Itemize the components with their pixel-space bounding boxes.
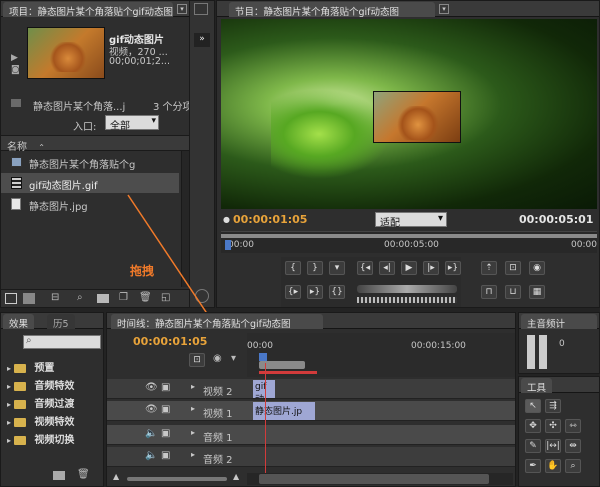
effect-category[interactable]: ▸ 音频特效 xyxy=(7,377,103,393)
timeline-scrollbar[interactable] xyxy=(247,473,513,485)
folder-icon xyxy=(14,381,27,391)
effect-category[interactable]: ▸ 预置 xyxy=(7,359,103,375)
search-icon: ⌕ xyxy=(26,335,32,346)
tab-master-audio[interactable]: 主音频计 xyxy=(521,314,597,329)
ruler-label-mid: 00:00:15:00 xyxy=(411,341,466,351)
effect-category-label: 音频特效 xyxy=(34,381,75,392)
slide-tool-icon[interactable]: ⇹ xyxy=(565,439,581,453)
track-select-tool-icon[interactable]: ⇶ xyxy=(545,399,561,413)
expand-track-icon[interactable]: ▸ xyxy=(191,404,195,413)
hand-tool-icon[interactable]: ✋ xyxy=(545,459,561,473)
expand-arrow-icon: ▸ xyxy=(7,436,12,445)
scroll-thumb[interactable] xyxy=(259,474,489,484)
timeline-playhead-line xyxy=(265,363,266,473)
render-bar xyxy=(259,371,317,374)
tools-panel: 工具 ↖ ⇶ ✥ ✣ ⇿ ✎ |↔| ⇹ ✒ ✋ ⌕ xyxy=(518,376,600,487)
selection-tool-icon[interactable]: ↖ xyxy=(525,399,541,413)
expand-arrow-icon: ▸ xyxy=(7,418,12,427)
folder-icon xyxy=(14,417,27,427)
lock-icon[interactable]: ▣ xyxy=(161,382,170,393)
snap-icon[interactable]: ⊡ xyxy=(189,353,205,367)
zoom-tool-icon[interactable]: ⌕ xyxy=(565,459,581,473)
track-audio-1: 🔈 ▣ ▸ 音频 1 xyxy=(107,425,515,445)
image-clip[interactable]: 静态图片.jp xyxy=(253,402,315,420)
timeline-panel: 时间线：静态图片某个角落贴个gif动态图 00:00:01:05 ⊡ ◉ ▾ 0… xyxy=(106,312,516,487)
effect-category[interactable]: ▸ 音频过渡 xyxy=(7,395,103,411)
zoom-in-icon[interactable]: ▲ xyxy=(233,472,239,481)
folder-icon xyxy=(14,435,27,445)
track-label: 音频 1 xyxy=(203,433,233,444)
effect-category-label: 预置 xyxy=(34,363,55,374)
expand-arrow-icon: ▸ xyxy=(7,382,12,391)
add-marker-icon[interactable]: ▾ xyxy=(231,353,236,364)
speaker-icon[interactable]: 🔈 xyxy=(145,450,157,461)
lock-icon[interactable]: ▣ xyxy=(161,450,170,461)
track-audio-2: 🔈 ▣ ▸ 音频 2 xyxy=(107,447,515,467)
effects-tabbar: 效果 历5 xyxy=(1,313,103,330)
audio-meter-right xyxy=(539,335,547,369)
effect-category[interactable]: ▸ 视频特效 xyxy=(7,413,103,429)
tab-history[interactable]: 历5 xyxy=(47,314,75,330)
track-label: 视频 1 xyxy=(203,409,233,420)
audio-meter-tabbar: 主音频计 xyxy=(519,313,599,329)
audio-meter-left xyxy=(527,335,535,369)
speaker-icon[interactable]: 🔈 xyxy=(145,428,157,439)
new-bin-icon[interactable] xyxy=(53,471,65,480)
rate-stretch-tool-icon[interactable]: ⇿ xyxy=(565,419,581,433)
timeline-playhead-handle[interactable] xyxy=(259,353,267,361)
ruler-label-start: 00:00 xyxy=(247,341,273,351)
rolling-edit-tool-icon[interactable]: ✣ xyxy=(545,419,561,433)
gif-clip[interactable]: gif动 xyxy=(253,380,275,398)
audio-meter-panel: 主音频计 0 xyxy=(518,312,600,374)
expand-track-icon[interactable]: ▸ xyxy=(191,450,195,459)
track-video-2: 👁 ▣ ▸ 视频 2 gif动 xyxy=(107,379,515,399)
razor-tool-icon[interactable]: ✎ xyxy=(525,439,541,453)
timeline-title: 时间线：静态图片某个角落贴个gif动态图 xyxy=(117,319,291,329)
timeline-ruler[interactable]: 00:00 00:00:15:00 xyxy=(247,333,515,377)
slip-tool-icon[interactable]: |↔| xyxy=(545,439,561,453)
eye-icon[interactable]: 👁 xyxy=(145,382,158,393)
expand-arrow-icon: ▸ xyxy=(7,400,12,409)
folder-icon xyxy=(14,399,27,409)
tab-timeline[interactable]: 时间线：静态图片某个角落贴个gif动态图 xyxy=(111,314,323,329)
ripple-edit-tool-icon[interactable]: ✥ xyxy=(525,419,541,433)
delete-icon[interactable]: 🗑 xyxy=(77,469,90,480)
effects-search-input[interactable]: ⌕ xyxy=(23,335,101,349)
expand-arrow-icon: ▸ xyxy=(7,364,12,373)
eye-icon[interactable]: 👁 xyxy=(145,404,158,415)
tab-tools[interactable]: 工具 xyxy=(521,378,553,394)
track-label: 音频 2 xyxy=(203,455,233,466)
pen-tool-icon[interactable]: ✒ xyxy=(525,459,541,473)
effect-category-label: 视频特效 xyxy=(34,417,75,428)
tools-tabbar: 工具 xyxy=(519,377,599,394)
zoom-out-icon[interactable]: ▲ xyxy=(113,472,119,481)
tab-effects[interactable]: 效果 xyxy=(3,314,35,330)
effect-category-label: 视频切换 xyxy=(34,435,75,446)
effects-panel: 效果 历5 ⌕ ▸ 预置 ▸ 音频特效 ▸ 音频过渡 ▸ 视频特效 ▸ 视频切换… xyxy=(0,312,104,487)
effect-category[interactable]: ▸ 视频切换 xyxy=(7,431,103,447)
track-label: 视频 2 xyxy=(203,387,233,398)
audio-meter-level: 0 xyxy=(559,339,565,349)
track-video-1: 👁 ▣ ▸ 视频 1 静态图片.jp xyxy=(107,401,515,421)
clip-label: 静态图片.jp xyxy=(255,407,303,417)
timeline-tabbar: 时间线：静态图片某个角落贴个gif动态图 xyxy=(107,313,515,329)
timeline-zoom-bar[interactable]: ▲ ▲ xyxy=(113,472,243,485)
lock-icon[interactable]: ▣ xyxy=(161,428,170,439)
expand-track-icon[interactable]: ▸ xyxy=(191,382,195,391)
expand-track-icon[interactable]: ▸ xyxy=(191,428,195,437)
timeline-timecode[interactable]: 00:00:01:05 xyxy=(133,335,207,348)
effect-category-label: 音频过渡 xyxy=(34,399,75,410)
folder-icon xyxy=(14,363,27,373)
marker-icon[interactable]: ◉ xyxy=(213,353,222,364)
lock-icon[interactable]: ▣ xyxy=(161,404,170,415)
zoom-slider[interactable] xyxy=(127,477,227,481)
